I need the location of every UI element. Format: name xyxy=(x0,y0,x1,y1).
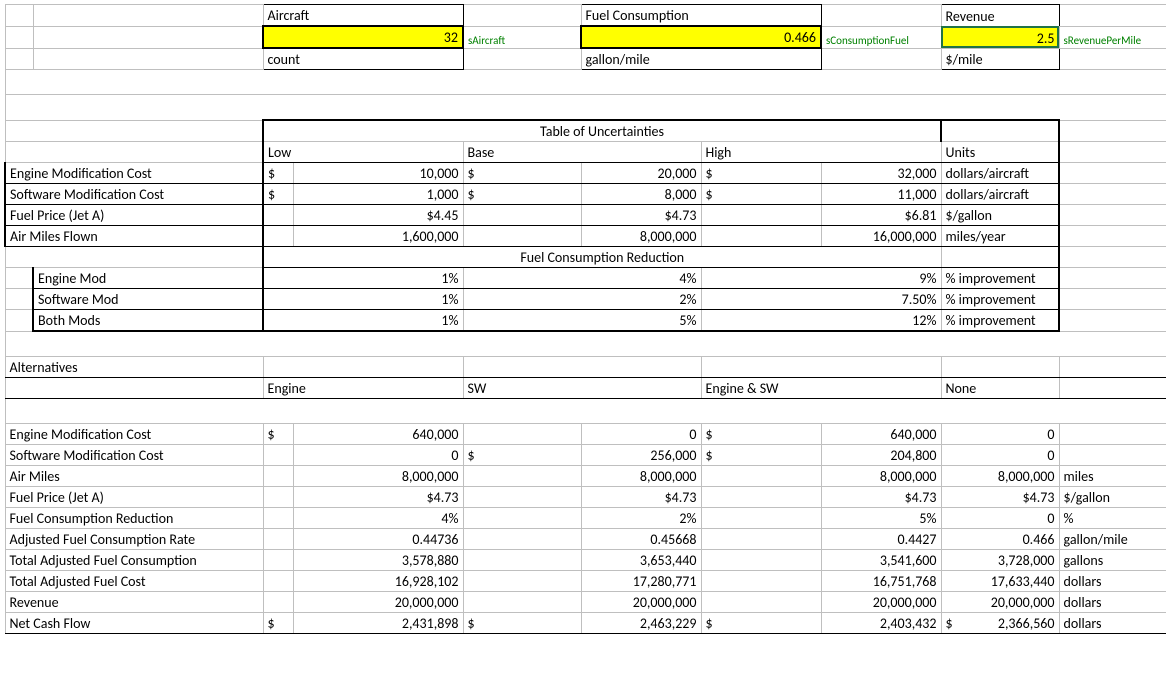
revenue-label: Revenue xyxy=(941,5,1059,27)
alt-row-label: Engine Modification Cost xyxy=(5,424,263,445)
fcr-title: Fuel Consumption Reduction xyxy=(263,247,941,268)
fuelcons-label: Fuel Consumption xyxy=(581,5,821,27)
alt-row-label: Adjusted Fuel Consumption Rate xyxy=(5,529,263,550)
revenue-unit: $/mile xyxy=(941,48,1059,70)
alt-row-label: Net Cash Flow xyxy=(5,613,263,634)
alt-row-label: Total Adjusted Fuel Consumption xyxy=(5,550,263,571)
alt-row-label: Revenue xyxy=(5,592,263,613)
alt-col-none: None xyxy=(941,378,1059,399)
alternatives-title: Alternatives xyxy=(5,357,263,378)
fcr-row-label: Software Mod xyxy=(33,289,263,310)
fuelcons-input[interactable]: 0.466 xyxy=(581,26,821,48)
aircraft-label: Aircraft xyxy=(263,5,463,27)
col-high: High xyxy=(701,142,941,163)
col-low: Low xyxy=(263,142,463,163)
revenue-input[interactable]: 2.5 xyxy=(941,26,1059,48)
alt-col-sw: SW xyxy=(463,378,701,399)
col-units: Units xyxy=(941,142,1059,163)
col-base: Base xyxy=(463,142,701,163)
alt-row-label: Fuel Consumption Reduction xyxy=(5,508,263,529)
unc-row-label: Air Miles Flown xyxy=(5,226,263,247)
aircraft-input[interactable]: 32 xyxy=(263,26,463,48)
aircraft-range-name: sAircraft xyxy=(463,26,581,48)
spreadsheet-grid[interactable]: Aircraft Fuel Consumption Revenue 32 sAi… xyxy=(4,4,1166,634)
alt-row-label: Air Miles xyxy=(5,466,263,487)
unc-row-label: Fuel Price (Jet A) xyxy=(5,205,263,226)
alt-col-both: Engine & SW xyxy=(701,378,941,399)
uncertainties-title: Table of Uncertainties xyxy=(263,120,941,142)
alt-row-label: Fuel Price (Jet A) xyxy=(5,487,263,508)
unc-row-label: Software Modification Cost xyxy=(5,184,263,205)
fcr-row-label: Engine Mod xyxy=(33,268,263,289)
fcr-row-label: Both Mods xyxy=(33,310,263,332)
alt-col-engine: Engine xyxy=(263,378,463,399)
aircraft-unit: count xyxy=(263,48,463,70)
fuelcons-unit: gallon/mile xyxy=(581,48,821,70)
alt-row-label: Total Adjusted Fuel Cost xyxy=(5,571,263,592)
revenue-range-name: sRevenuePerMile xyxy=(1059,26,1166,48)
unc-row-label: Engine Modification Cost xyxy=(5,163,263,184)
alt-row-label: Software Modification Cost xyxy=(5,445,263,466)
fuelcons-range-name: sConsumptionFuel xyxy=(821,26,941,48)
